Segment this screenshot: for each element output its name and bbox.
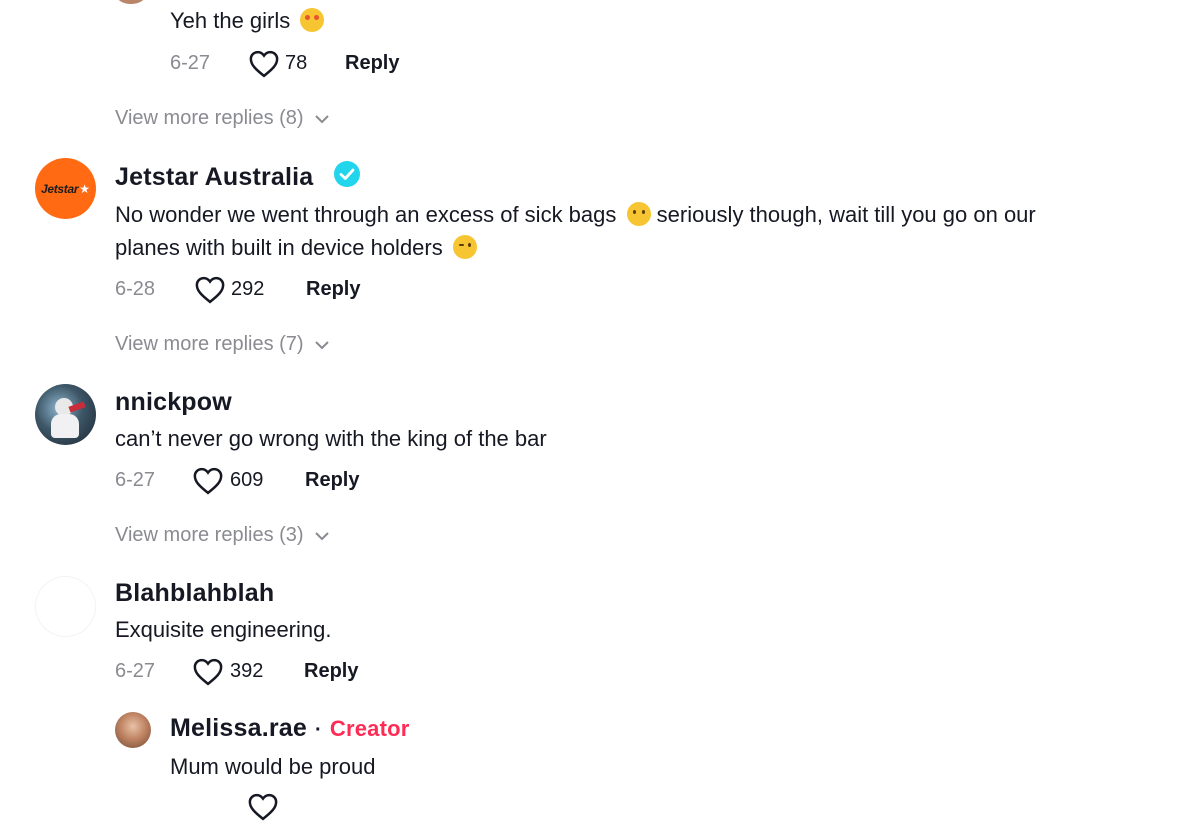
heart-icon[interactable] bbox=[195, 276, 225, 304]
star-struck-emoji-icon bbox=[300, 8, 325, 32]
view-more-label: View more replies (8) bbox=[115, 107, 304, 129]
comment-username[interactable]: Blahblahblah bbox=[115, 579, 274, 608]
heart-icon[interactable] bbox=[249, 50, 279, 78]
reply-button[interactable]: Reply bbox=[306, 278, 360, 301]
like-count: 609 bbox=[230, 469, 264, 491]
chevron-down-icon bbox=[314, 531, 329, 540]
chevron-down-icon bbox=[314, 114, 329, 123]
avatar[interactable] bbox=[115, 712, 151, 748]
comment-text-line: seriously though, wait till you go on ou… bbox=[656, 202, 1036, 227]
separator-dot: · bbox=[315, 719, 322, 741]
reply-button[interactable]: Reply bbox=[345, 52, 399, 75]
comment-text: can’t never go wrong with the king of th… bbox=[115, 426, 547, 451]
view-more-replies-button[interactable]: View more replies (7) bbox=[115, 333, 330, 356]
heart-icon[interactable] bbox=[193, 467, 223, 495]
star-icon: ★ bbox=[79, 181, 91, 196]
comment-username[interactable]: Jetstar Australia bbox=[115, 163, 313, 192]
comment-date: 6-27 bbox=[115, 469, 156, 491]
creator-badge: Creator bbox=[329, 716, 410, 741]
like-count: 292 bbox=[231, 278, 265, 300]
comment-date: 6-27 bbox=[115, 660, 156, 682]
comment-text-content: Yeh the girls bbox=[170, 8, 291, 33]
view-more-label: View more replies (7) bbox=[115, 333, 304, 355]
comment-text-line: No wonder we went through an excess of s… bbox=[115, 202, 617, 227]
comment-date: 6-27 bbox=[170, 52, 211, 74]
avatar[interactable] bbox=[35, 576, 96, 637]
comment-text: planes with built in device holders bbox=[115, 231, 477, 265]
reply-button[interactable]: Reply bbox=[305, 469, 359, 492]
view-more-replies-button[interactable]: View more replies (8) bbox=[115, 107, 330, 130]
thinking-face-emoji-icon bbox=[626, 202, 651, 226]
verified-badge-icon bbox=[334, 161, 360, 187]
reply-username[interactable]: Melissa.rae bbox=[170, 714, 307, 743]
heart-icon[interactable] bbox=[193, 658, 223, 686]
like-count: 392 bbox=[230, 660, 264, 682]
jetstar-logo-text: Jetstar bbox=[40, 181, 79, 196]
reply-text: Mum would be proud bbox=[170, 754, 376, 779]
comment-date: 6-28 bbox=[115, 278, 156, 300]
view-more-replies-button[interactable]: View more replies (3) bbox=[115, 524, 330, 547]
winking-face-emoji-icon bbox=[452, 235, 477, 259]
view-more-label: View more replies (3) bbox=[115, 524, 304, 546]
avatar[interactable]: Jetstar ★ bbox=[35, 158, 96, 219]
comment-text-line: planes with built in device holders bbox=[115, 235, 443, 260]
comment-text: Yeh the girls bbox=[170, 4, 325, 38]
avatar-figure-body bbox=[51, 414, 79, 438]
comment-text: No wonder we went through an excess of s… bbox=[115, 198, 1036, 232]
comment-text: Exquisite engineering. bbox=[115, 617, 332, 642]
like-count: 78 bbox=[285, 52, 308, 74]
avatar[interactable] bbox=[112, 0, 150, 4]
chevron-down-icon bbox=[314, 340, 329, 349]
heart-icon[interactable] bbox=[248, 793, 278, 821]
reply-button[interactable]: Reply bbox=[304, 660, 358, 683]
comment-username[interactable]: nnickpow bbox=[115, 388, 232, 417]
reply-header: Melissa.rae · Creator bbox=[170, 714, 410, 743]
avatar[interactable] bbox=[35, 384, 96, 445]
